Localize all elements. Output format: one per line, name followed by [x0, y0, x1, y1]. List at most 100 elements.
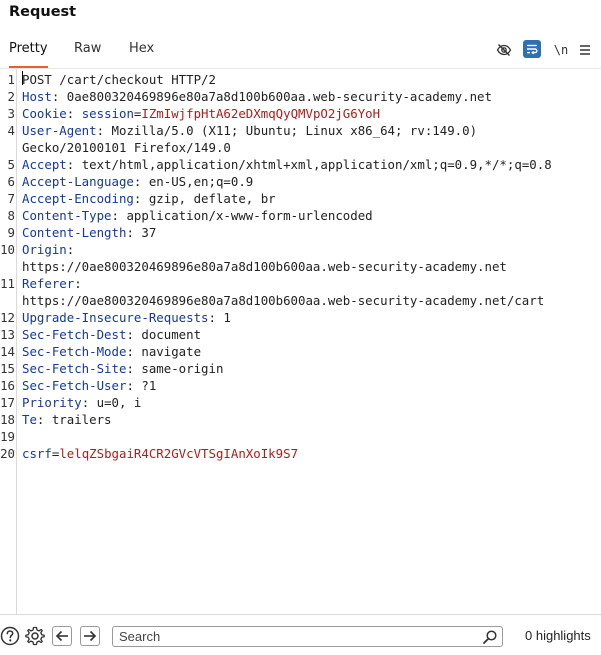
- header-value: navigate: [141, 344, 202, 359]
- header-line: Sec-Fetch-Dest: document: [22, 326, 201, 343]
- header-colon: :: [126, 378, 142, 393]
- line-number: 18: [0, 412, 15, 427]
- header-name: Accept-Language: [22, 174, 134, 189]
- line-number: 17: [0, 395, 15, 410]
- header-colon: :: [208, 310, 224, 325]
- header-name: Host: [22, 89, 52, 104]
- search-box: [112, 626, 503, 647]
- header-colon: :: [66, 157, 82, 172]
- eye-slash-icon[interactable]: [495, 41, 513, 59]
- header-line: Accept-Encoding: gzip, deflate, br: [22, 190, 276, 207]
- line-number: 12: [0, 310, 15, 325]
- header-value: Mozilla/5.0 (X11; Ubuntu; Linux x86_64; …: [111, 123, 478, 138]
- line-number: 15: [0, 361, 15, 376]
- header-value: same-origin: [141, 361, 224, 376]
- header-value-continuation: Gecko/20100101 Firefox/149.0: [22, 140, 231, 155]
- line-number: 6: [7, 174, 15, 189]
- line-number: 8: [7, 208, 15, 223]
- header-line: Priority: u=0, i: [22, 394, 141, 411]
- header-colon: :: [111, 208, 127, 223]
- header-name: Accept: [22, 157, 67, 172]
- next-match-button[interactable]: [80, 626, 100, 646]
- header-line: Content-Length: 37: [22, 224, 156, 241]
- eye-slash-icon-graphic: [496, 44, 512, 56]
- line-number: 10: [0, 242, 15, 257]
- header-colon: :: [96, 123, 112, 138]
- header-colon: :: [133, 191, 149, 206]
- help-icon[interactable]: [0, 626, 20, 646]
- header-name: Upgrade-Insecure-Requests: [22, 310, 209, 325]
- header-line: Te: trailers: [22, 411, 112, 428]
- request-line: POST /cart/checkout HTTP/2: [22, 72, 216, 87]
- previous-match-button[interactable]: [52, 626, 72, 646]
- panel-title: Request: [9, 4, 77, 20]
- cookie-value: IZmIwjfpHtA62eDXmqQyQMVpO2jG6YoH: [141, 106, 381, 121]
- header-name: User-Agent: [22, 123, 97, 138]
- header-line: Accept-Language: en-US,en;q=0.9: [22, 173, 253, 190]
- header-value: en-US,en;q=0.9: [148, 174, 254, 189]
- header-name: Sec-Fetch-Mode: [22, 344, 127, 359]
- header-name: Referer: [22, 276, 75, 291]
- header-value-continuation: https://0ae800320469896e80a7a8d100b600aa…: [22, 293, 545, 308]
- header-line: Cookie: session=IZmIwjfpHtA62eDXmqQyQMVp…: [22, 105, 380, 122]
- wrap-lines-icon[interactable]: [523, 40, 541, 58]
- body-param-value: lelqZSbgaiR4CR2GVcVTSgIAnXoIk9S7: [59, 446, 299, 461]
- gear-icon-graphic: [25, 626, 45, 646]
- header-value: trailers: [51, 412, 112, 427]
- header-colon: :: [74, 276, 82, 291]
- header-value: text/html,application/xhtml+xml,applicat…: [81, 157, 552, 172]
- header-line: Origin:: [22, 241, 74, 258]
- line-number-gutter: 1 2 3 4 5 6 7 8 9 10 11 12 13 14 15 16 1…: [0, 69, 17, 614]
- header-line: User-Agent: Mozilla/5.0 (X11; Ubuntu; Li…: [22, 122, 477, 139]
- line-number: 13: [0, 327, 15, 342]
- settings-gear-icon[interactable]: [25, 626, 45, 646]
- header-value: ?1: [141, 378, 157, 393]
- search-icon[interactable]: [482, 629, 498, 645]
- header-line: Sec-Fetch-Mode: navigate: [22, 343, 201, 360]
- header-colon: :: [126, 344, 142, 359]
- header-colon: :: [51, 89, 67, 104]
- header-value: 1: [223, 310, 231, 325]
- line-number: 16: [0, 378, 15, 393]
- tab-hex[interactable]: Hex: [129, 34, 154, 68]
- arrow-left-icon: [55, 630, 68, 642]
- tab-raw[interactable]: Raw: [74, 34, 101, 68]
- header-colon: :: [81, 395, 97, 410]
- menu-icon-graphic: [580, 45, 590, 55]
- line-number: 7: [7, 191, 15, 206]
- line-number: 2: [7, 89, 15, 104]
- header-colon: :: [66, 242, 75, 257]
- line-number: 14: [0, 344, 15, 359]
- line-number: 20: [0, 446, 15, 461]
- header-colon: :: [133, 174, 149, 189]
- line-number: 3: [7, 106, 15, 121]
- header-line: Content-Type: application/x-www-form-url…: [22, 207, 373, 224]
- tab-pretty[interactable]: Pretty: [9, 34, 48, 68]
- line-number: 5: [7, 157, 15, 172]
- header-colon: :: [66, 106, 82, 121]
- header-colon: :: [126, 361, 142, 376]
- header-name: Te: [22, 412, 37, 427]
- header-line: Sec-Fetch-User: ?1: [22, 377, 156, 394]
- header-name: Cookie: [22, 106, 67, 121]
- line-number: 9: [7, 225, 15, 240]
- header-colon: :: [126, 225, 142, 240]
- highlights-count: 0 highlights: [525, 628, 591, 643]
- body-param-line: csrf=lelqZSbgaiR4CR2GVcVTSgIAnXoIk9S7: [22, 445, 298, 462]
- header-line: Accept: text/html,application/xhtml+xml,…: [22, 156, 552, 173]
- header-name: Sec-Fetch-Dest: [22, 327, 127, 342]
- header-line: Referer:: [22, 275, 82, 292]
- search-input[interactable]: [119, 628, 479, 645]
- header-value: u=0, i: [96, 395, 142, 410]
- header-colon: :: [126, 327, 142, 342]
- header-line: Upgrade-Insecure-Requests: 1: [22, 309, 231, 326]
- header-value: document: [141, 327, 202, 342]
- header-name: Content-Type: [22, 208, 112, 223]
- header-name: Content-Length: [22, 225, 127, 240]
- header-colon: :: [36, 412, 52, 427]
- newline-icon[interactable]: \n: [552, 41, 570, 59]
- header-name: Sec-Fetch-User: [22, 378, 127, 393]
- request-editor[interactable]: 1 2 3 4 5 6 7 8 9 10 11 12 13 14 15 16 1…: [0, 69, 601, 614]
- menu-icon[interactable]: [578, 41, 592, 59]
- header-value: 37: [141, 225, 157, 240]
